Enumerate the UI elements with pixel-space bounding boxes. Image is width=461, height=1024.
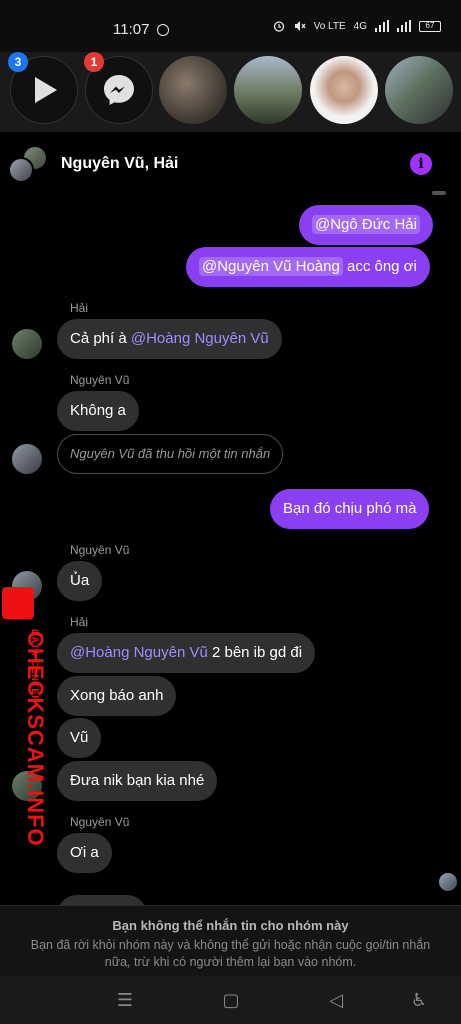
message-text: Vũ — [70, 729, 89, 746]
volte-indicator: Vo LTE — [313, 20, 346, 32]
avatar[interactable] — [12, 444, 42, 474]
conversation-title[interactable]: Nguyên Vũ, Hải — [61, 155, 178, 173]
group-avatar[interactable] — [8, 145, 48, 185]
sender-name: Nguyên Vũ — [70, 543, 130, 557]
status-icons: Vo LTE 4G 67 — [273, 20, 441, 32]
incoming-message[interactable]: Đưa nik bạn kia nhé — [57, 761, 218, 801]
outgoing-message[interactable]: @Ngô Đức Hải — [299, 205, 433, 245]
message-text: Ơi a — [70, 844, 99, 861]
contact-head[interactable] — [385, 56, 453, 124]
message-text: Bạn đó chịu phó mà — [283, 500, 417, 517]
messenger-icon — [104, 75, 134, 105]
system-navigation-bar: ☰ ▢ ◁ ♿ — [0, 976, 461, 1024]
messenger-notification-icon — [157, 24, 169, 36]
outgoing-message[interactable]: Bạn đó chịu phó mà — [270, 489, 430, 529]
mention[interactable]: @Hoàng Nguyên Vũ — [131, 330, 269, 347]
notice-title: Bạn không thể nhắn tin cho nhóm này — [112, 918, 349, 933]
unsent-message-notice: Nguyên Vũ đã thu hồi một tin nhắn — [57, 434, 284, 474]
message-list[interactable]: @Ngô Đức Hải @Nguyên Vũ Hoàng acc ông ơi… — [0, 191, 461, 935]
notice-body: Bạn đã rời khỏi nhóm này và không thể gử… — [30, 938, 431, 969]
outgoing-message[interactable]: @Nguyên Vũ Hoàng acc ông ơi — [186, 247, 430, 287]
scroll-indicator — [432, 191, 446, 195]
seen-indicator-avatar — [439, 873, 457, 891]
incoming-message[interactable]: Không a — [57, 391, 139, 431]
avatar[interactable] — [12, 329, 42, 359]
message-text: acc ông ơi — [342, 258, 417, 275]
message-text: 2 bên ib gd đi — [207, 644, 303, 661]
accessibility-icon[interactable]: ♿ — [407, 988, 431, 1012]
avatar[interactable] — [12, 571, 42, 601]
message-text: Không a — [70, 402, 126, 419]
mention[interactable]: @Ngô Đức Hải — [312, 215, 420, 234]
home-icon[interactable]: ▢ — [219, 988, 243, 1012]
alarm-icon — [273, 21, 284, 32]
conversation-panel: Nguyên Vũ, Hải i @Ngô Đức Hải @Nguyên Vũ… — [0, 133, 461, 976]
mention[interactable]: @Hoàng Nguyên Vũ — [70, 644, 208, 661]
incoming-message[interactable]: Vũ — [57, 718, 102, 758]
conversation-header: Nguyên Vũ, Hải i — [0, 133, 461, 195]
unread-badge: 1 — [84, 52, 104, 72]
message-text: Ủa — [70, 572, 90, 589]
battery-icon: 67 — [419, 20, 441, 32]
cannot-message-notice: Bạn không thể nhắn tin cho nhóm này Bạn … — [0, 905, 461, 976]
back-icon[interactable]: ◁ — [324, 988, 348, 1012]
incoming-message[interactable]: Xong báo anh — [57, 676, 177, 716]
message-text: Đưa nik bạn kia nhé — [70, 772, 205, 789]
network-indicator: 4G — [353, 20, 367, 32]
info-icon[interactable]: i — [410, 153, 432, 175]
status-bar: 11:07 Vo LTE 4G 67 — [0, 0, 461, 52]
contact-head[interactable] — [234, 56, 302, 124]
sender-name: Hải — [70, 615, 89, 629]
menu-icon[interactable]: ☰ — [113, 988, 137, 1012]
sender-name: Nguyên Vũ — [70, 815, 130, 829]
avatar[interactable] — [12, 771, 42, 801]
sender-name: Nguyên Vũ — [70, 373, 130, 387]
message-text: Cả phí à — [70, 330, 131, 347]
signal-icon — [397, 20, 411, 32]
mention[interactable]: @Nguyên Vũ Hoàng — [199, 257, 343, 276]
message-text: Xong báo anh — [70, 687, 164, 704]
chat-heads-bar: 3 1 — [0, 52, 461, 132]
incoming-message[interactable]: Ơi a — [57, 833, 112, 873]
contact-head[interactable] — [159, 56, 227, 124]
contact-head[interactable] — [310, 56, 378, 124]
incoming-message[interactable]: @Hoàng Nguyên Vũ 2 bên ib gd đi — [57, 633, 316, 673]
status-time: 11:07 — [113, 21, 150, 38]
incoming-message[interactable]: Cả phí à @Hoàng Nguyên Vũ — [57, 319, 282, 359]
avatar — [8, 157, 34, 183]
play-icon — [35, 77, 57, 103]
incoming-message[interactable]: Ủa — [57, 561, 103, 601]
signal-icon — [375, 20, 389, 32]
mute-icon — [294, 21, 306, 31]
unread-badge: 3 — [8, 52, 28, 72]
sender-name: Hải — [70, 301, 89, 315]
